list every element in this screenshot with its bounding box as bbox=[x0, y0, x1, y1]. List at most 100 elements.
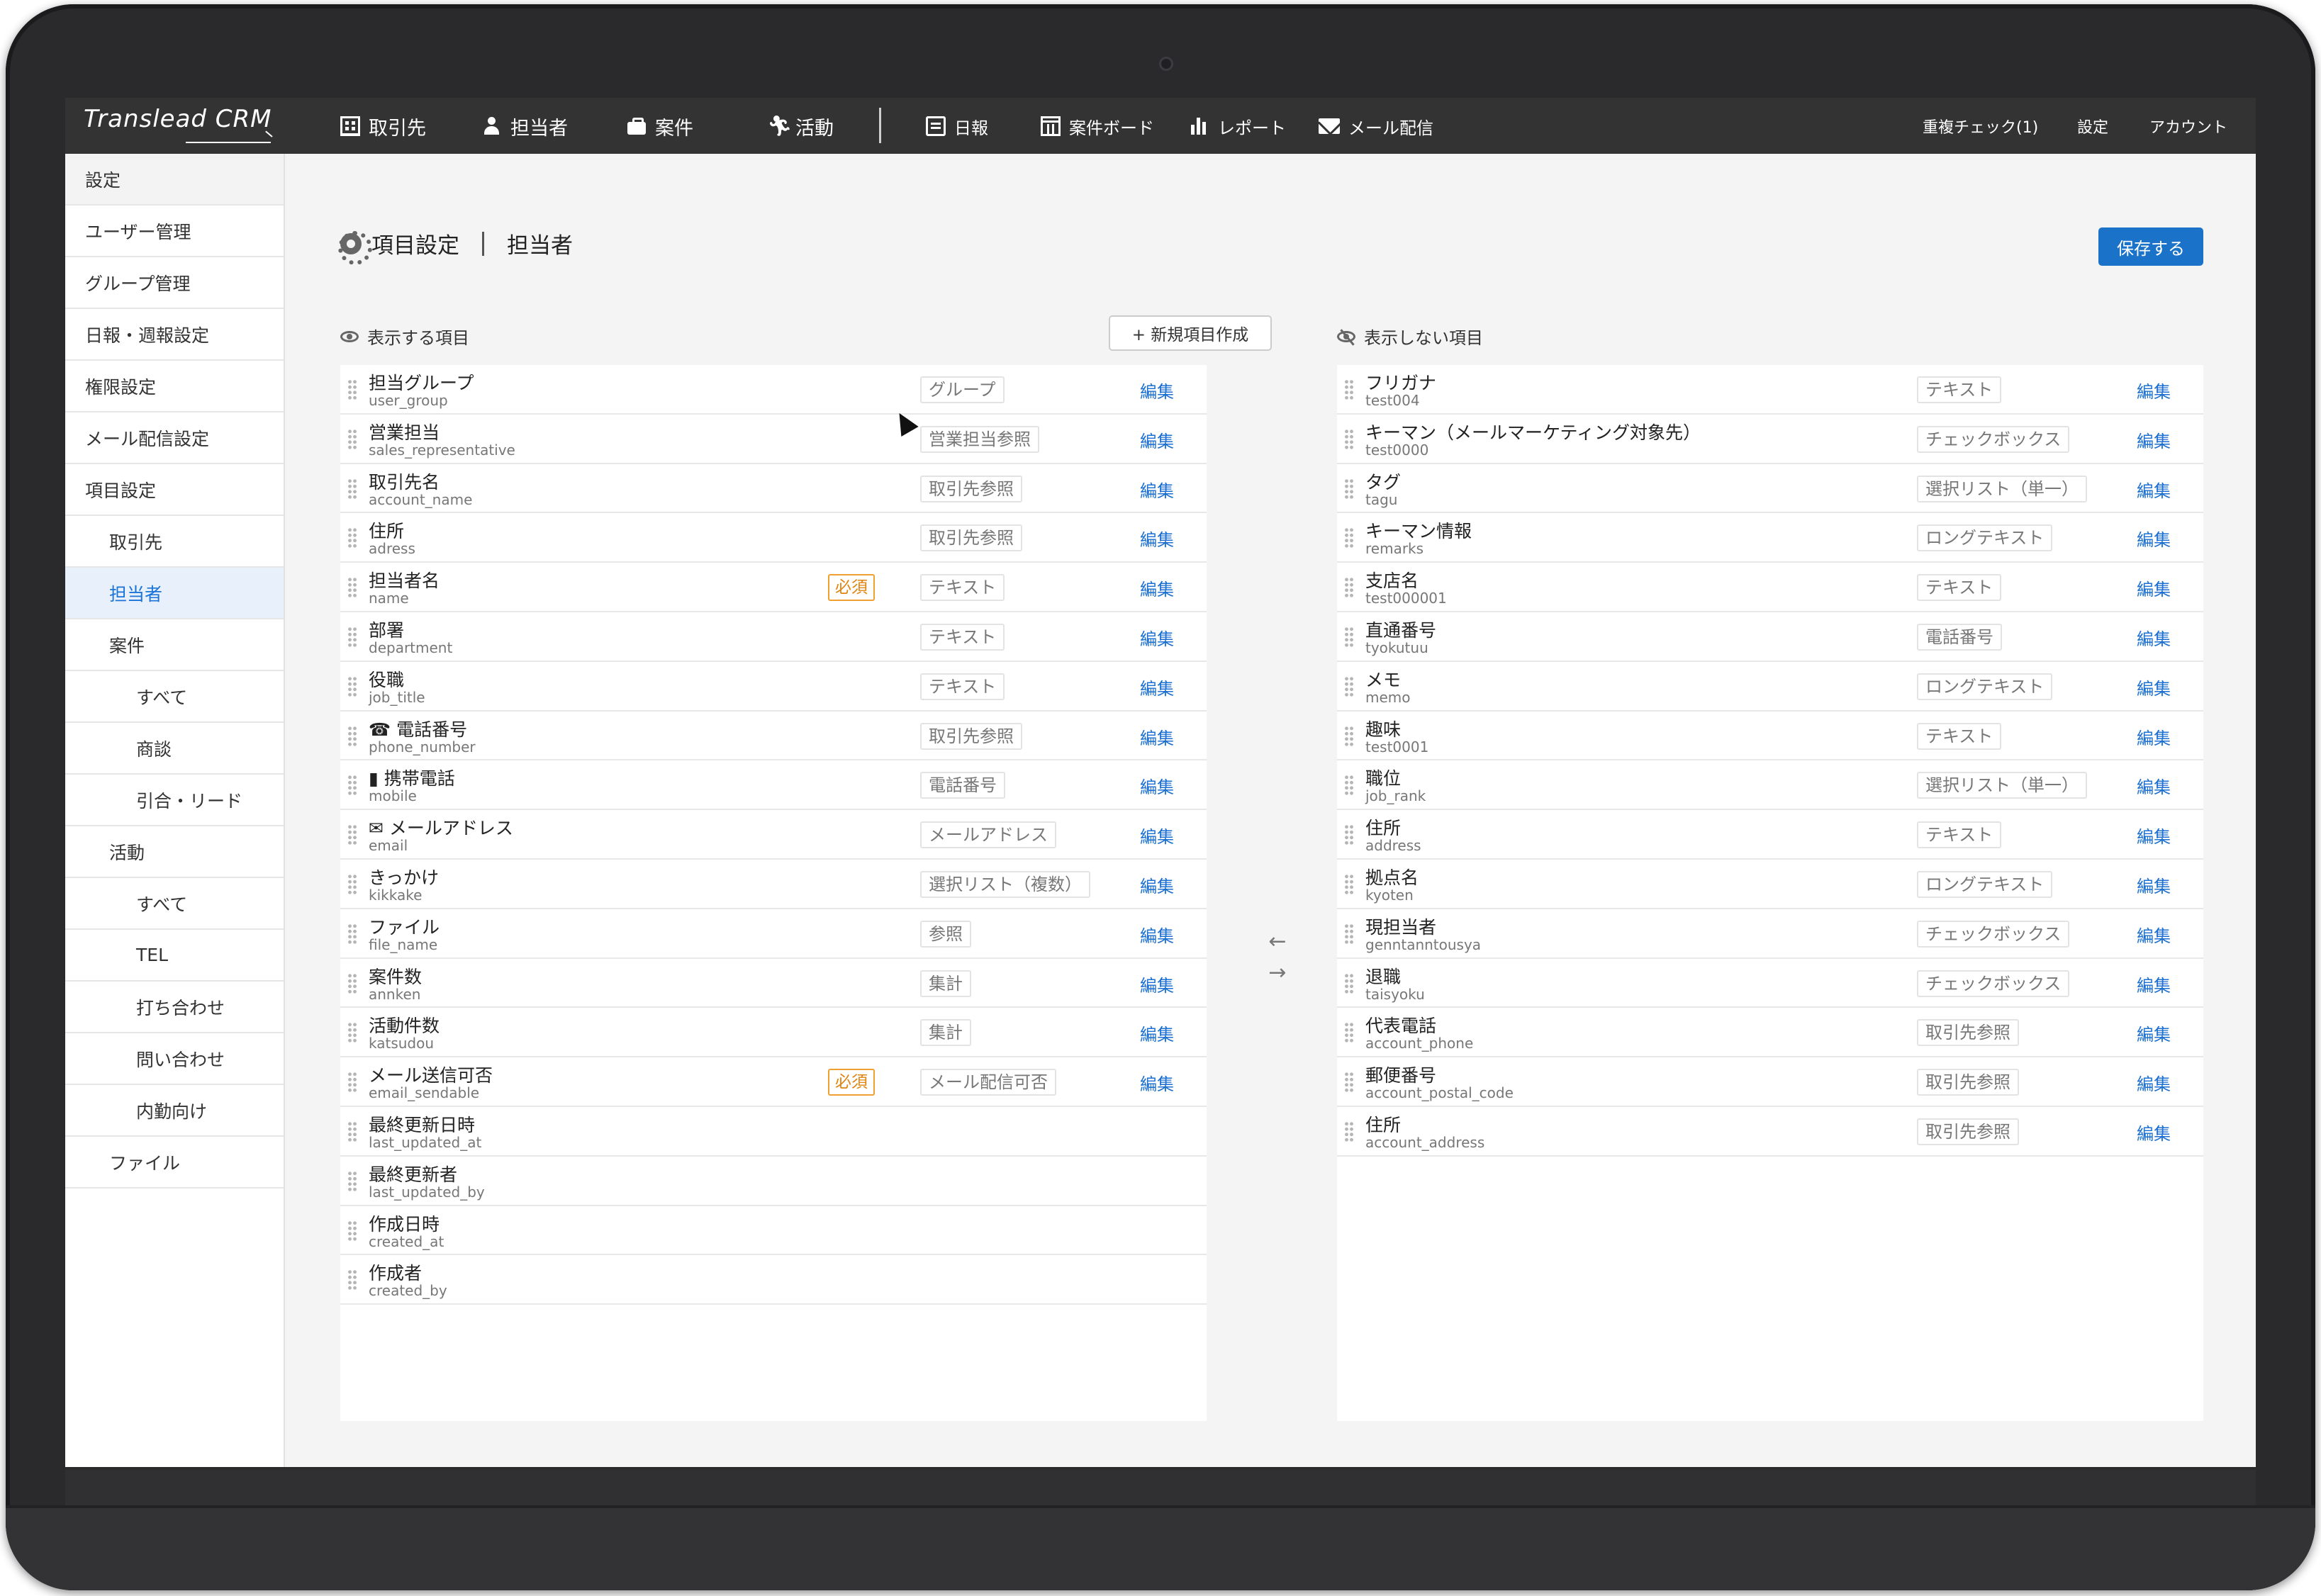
new-field-button[interactable]: + 新規項目作成 bbox=[1109, 315, 1272, 351]
account-link[interactable]: アカウント bbox=[2149, 115, 2227, 137]
edit-link[interactable]: 編集 bbox=[1140, 773, 1174, 798]
field-row[interactable]: メール送信可否 email_sendable 必須 メール配信可否 編集 bbox=[340, 1057, 1207, 1107]
drag-handle-icon[interactable] bbox=[347, 626, 357, 648]
field-row[interactable]: キーマン（メールマーケティング対象先） test0000 チェックボックス 編集 bbox=[1337, 415, 2203, 464]
sidebar-item-inquiry[interactable]: 問い合わせ bbox=[65, 1033, 284, 1085]
sidebar-item-activities[interactable]: 活動 bbox=[65, 826, 284, 878]
drag-handle-icon[interactable] bbox=[1344, 1072, 1354, 1094]
field-row[interactable]: 趣味 test0001 テキスト 編集 bbox=[1337, 712, 2203, 761]
sidebar-item-permissions[interactable]: 権限設定 bbox=[65, 361, 284, 412]
drag-handle-icon[interactable] bbox=[347, 577, 357, 599]
field-row[interactable]: 最終更新日時 last_updated_at bbox=[340, 1107, 1207, 1157]
edit-link[interactable]: 編集 bbox=[1140, 625, 1174, 650]
sidebar-item-activities-all[interactable]: すべて bbox=[65, 878, 284, 930]
edit-link[interactable]: 編集 bbox=[1140, 427, 1174, 452]
field-row[interactable]: きっかけ kikkake 選択リスト（複数） 編集 bbox=[340, 860, 1207, 909]
edit-link[interactable]: 編集 bbox=[1140, 378, 1174, 403]
edit-link[interactable]: 編集 bbox=[2137, 872, 2171, 897]
edit-link[interactable]: 編集 bbox=[2137, 477, 2171, 502]
field-row[interactable]: 郵便番号 account_postal_code 取引先参照 編集 bbox=[1337, 1057, 2203, 1107]
edit-link[interactable]: 編集 bbox=[1140, 477, 1174, 502]
settings-link[interactable]: 設定 bbox=[2077, 115, 2108, 137]
drag-handle-icon[interactable] bbox=[1344, 577, 1354, 599]
sidebar-item-field-settings[interactable]: 項目設定 bbox=[65, 464, 284, 516]
field-row[interactable]: 退職 taisyoku チェックボックス 編集 bbox=[1337, 959, 2203, 1008]
edit-link[interactable]: 編集 bbox=[2137, 675, 2171, 699]
field-row[interactable]: メモ memo ロングテキスト 編集 bbox=[1337, 662, 2203, 712]
nav-item-activities[interactable]: 🏃︎ 活動 bbox=[767, 112, 834, 140]
field-row[interactable]: 拠点名 kyoten ロングテキスト 編集 bbox=[1337, 860, 2203, 909]
drag-handle-icon[interactable] bbox=[347, 1120, 357, 1142]
nav-item-contacts[interactable]: 担当者 bbox=[482, 112, 568, 140]
field-row[interactable]: タグ tagu 選択リスト（単一） 編集 bbox=[1337, 464, 2203, 514]
sidebar-item-meeting[interactable]: 打ち合わせ bbox=[65, 982, 284, 1033]
drag-handle-icon[interactable] bbox=[347, 675, 357, 697]
drag-handle-icon[interactable] bbox=[1344, 1022, 1354, 1044]
edit-link[interactable]: 編集 bbox=[2137, 922, 2171, 947]
field-row[interactable]: 住所 address テキスト 編集 bbox=[1337, 810, 2203, 860]
arrow-right-icon[interactable]: → bbox=[1263, 957, 1292, 989]
sidebar-item-deals-all[interactable]: すべて bbox=[65, 671, 284, 723]
field-row[interactable]: ✉ メールアドレス email メールアドレス 編集 bbox=[340, 810, 1207, 860]
sidebar-item-mail-settings[interactable]: メール配信設定 bbox=[65, 412, 284, 464]
field-row[interactable]: 作成日時 created_at bbox=[340, 1206, 1207, 1256]
field-row[interactable]: 取引先名 account_name 取引先参照 編集 bbox=[340, 464, 1207, 514]
sidebar-item-tel[interactable]: TEL bbox=[65, 930, 284, 982]
drag-handle-icon[interactable] bbox=[347, 379, 357, 400]
edit-link[interactable]: 編集 bbox=[2137, 625, 2171, 650]
edit-link[interactable]: 編集 bbox=[1140, 675, 1174, 699]
drag-handle-icon[interactable] bbox=[1344, 972, 1354, 994]
edit-link[interactable]: 編集 bbox=[1140, 724, 1174, 749]
field-row[interactable]: 役職 job_title テキスト 編集 bbox=[340, 662, 1207, 712]
drag-handle-icon[interactable] bbox=[1344, 725, 1354, 747]
sidebar-item-contacts[interactable]: 担当者 bbox=[65, 568, 284, 619]
field-row[interactable]: 支店名 test000001 テキスト 編集 bbox=[1337, 563, 2203, 612]
save-button[interactable]: 保存する bbox=[2098, 227, 2203, 266]
nav-item-mail-delivery[interactable]: メール配信 bbox=[1319, 112, 1433, 140]
field-row[interactable]: 直通番号 tyokutuu 電話番号 編集 bbox=[1337, 612, 2203, 662]
edit-link[interactable]: 編集 bbox=[1140, 526, 1174, 551]
field-row[interactable]: 活動件数 katsudou 集計 編集 bbox=[340, 1008, 1207, 1058]
sidebar-item-files[interactable]: ファイル bbox=[65, 1137, 284, 1188]
drag-handle-icon[interactable] bbox=[1344, 428, 1354, 450]
sidebar-item-accounts[interactable]: 取引先 bbox=[65, 516, 284, 568]
drag-handle-icon[interactable] bbox=[1344, 824, 1354, 846]
drag-handle-icon[interactable] bbox=[347, 478, 357, 500]
edit-link[interactable]: 編集 bbox=[1140, 972, 1174, 996]
sidebar-item-user-management[interactable]: ユーザー管理 bbox=[65, 206, 284, 257]
field-row[interactable]: 現担当者 genntanntousya チェックボックス 編集 bbox=[1337, 909, 2203, 959]
drag-handle-icon[interactable] bbox=[1344, 1120, 1354, 1142]
edit-link[interactable]: 編集 bbox=[2137, 773, 2171, 798]
edit-link[interactable]: 編集 bbox=[2137, 526, 2171, 551]
drag-handle-icon[interactable] bbox=[347, 923, 357, 945]
drag-handle-icon[interactable] bbox=[1344, 527, 1354, 549]
field-row[interactable]: 担当グループ user_group グループ 編集 bbox=[340, 365, 1207, 415]
sidebar-item-deals[interactable]: 案件 bbox=[65, 619, 284, 671]
drag-handle-icon[interactable] bbox=[1344, 775, 1354, 797]
drag-handle-icon[interactable] bbox=[347, 1022, 357, 1044]
drag-handle-icon[interactable] bbox=[1344, 873, 1354, 895]
arrow-left-icon[interactable]: ← bbox=[1263, 926, 1292, 957]
field-row[interactable]: 最終更新者 last_updated_by bbox=[340, 1157, 1207, 1206]
edit-link[interactable]: 編集 bbox=[1140, 575, 1174, 600]
field-row[interactable]: 案件数 annken 集計 編集 bbox=[340, 959, 1207, 1008]
field-row[interactable]: ☎ 電話番号 phone_number 取引先参照 編集 bbox=[340, 712, 1207, 761]
drag-handle-icon[interactable] bbox=[1344, 626, 1354, 648]
drag-handle-icon[interactable] bbox=[347, 428, 357, 450]
edit-link[interactable]: 編集 bbox=[2137, 972, 2171, 996]
field-row[interactable]: ファイル file_name 参照 編集 bbox=[340, 909, 1207, 959]
drag-handle-icon[interactable] bbox=[1344, 923, 1354, 945]
drag-handle-icon[interactable] bbox=[347, 824, 357, 846]
field-row[interactable]: 住所 account_address 取引先参照 編集 bbox=[1337, 1107, 2203, 1157]
drag-handle-icon[interactable] bbox=[1344, 478, 1354, 500]
drag-handle-icon[interactable] bbox=[347, 1269, 357, 1291]
field-row[interactable]: キーマン情報 remarks ロングテキスト 編集 bbox=[1337, 513, 2203, 563]
sidebar-item-leads[interactable]: 引合・リード bbox=[65, 775, 284, 826]
edit-link[interactable]: 編集 bbox=[2137, 427, 2171, 452]
duplicate-check-link[interactable]: 重複チェック(1) bbox=[1923, 115, 2038, 137]
drag-handle-icon[interactable] bbox=[347, 527, 357, 549]
sidebar-item-negotiation[interactable]: 商談 bbox=[65, 723, 284, 775]
drag-handle-icon[interactable] bbox=[347, 972, 357, 994]
field-row[interactable]: フリガナ test004 テキスト 編集 bbox=[1337, 365, 2203, 415]
drag-handle-icon[interactable] bbox=[1344, 675, 1354, 697]
